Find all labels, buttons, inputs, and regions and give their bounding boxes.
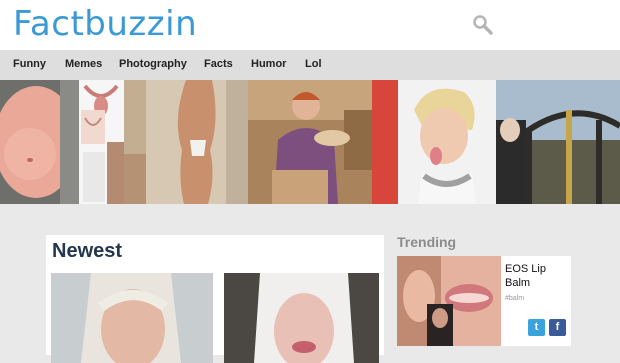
newest-heading: Newest xyxy=(52,240,123,262)
featured-image-strip xyxy=(0,80,620,204)
trending-card[interactable]: EOS Lip Balm #balm t f xyxy=(397,256,571,346)
nav-item-funny[interactable]: Funny xyxy=(13,58,46,70)
trending-heading: Trending xyxy=(397,234,457,250)
nav-item-lol[interactable]: Lol xyxy=(305,58,322,70)
site-header: Factbuzzin xyxy=(0,0,620,50)
twitter-share-button[interactable]: t xyxy=(528,319,545,336)
search-icon[interactable] xyxy=(472,14,494,36)
main-nav: Funny Memes Photography Facts Humor Lol xyxy=(0,50,620,80)
newest-card-1[interactable] xyxy=(51,273,213,363)
trending-card-title[interactable]: EOS Lip Balm xyxy=(505,262,571,290)
featured-image-anatomy[interactable] xyxy=(79,80,124,204)
newest-card-2[interactable] xyxy=(224,273,379,363)
facebook-share-button[interactable]: f xyxy=(549,319,566,336)
featured-image-grandma[interactable] xyxy=(248,80,372,204)
featured-image-celebrity[interactable] xyxy=(372,80,496,204)
newest-section: Newest xyxy=(46,235,384,363)
featured-image-belly[interactable] xyxy=(0,80,79,204)
featured-image-body[interactable] xyxy=(124,80,248,204)
nav-item-humor[interactable]: Humor xyxy=(251,58,286,70)
nav-item-memes[interactable]: Memes xyxy=(65,58,102,70)
site-logo[interactable]: Factbuzzin xyxy=(13,4,197,44)
featured-image-gate[interactable] xyxy=(496,80,620,204)
trending-card-image xyxy=(397,256,501,346)
trending-card-tag: #balm xyxy=(505,295,525,302)
twitter-icon: t xyxy=(534,321,539,333)
facebook-icon: f xyxy=(555,321,560,333)
nav-item-facts[interactable]: Facts xyxy=(204,58,233,70)
nav-item-photography[interactable]: Photography xyxy=(119,58,187,70)
